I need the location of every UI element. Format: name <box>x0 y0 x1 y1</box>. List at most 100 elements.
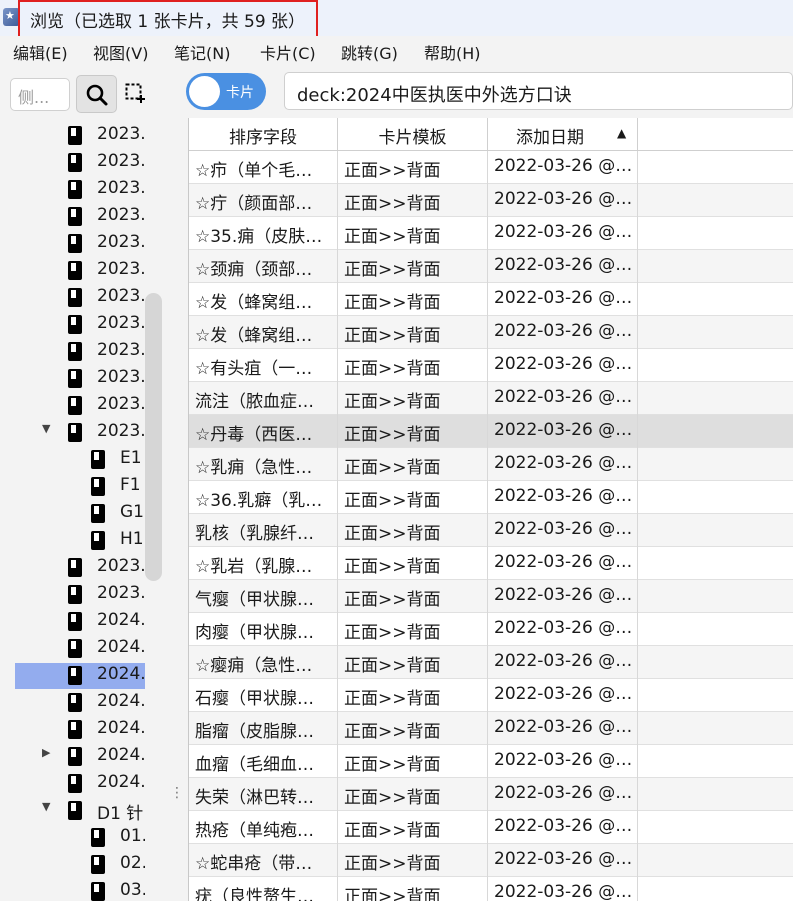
sidebar-deck-label: 02. <box>120 853 145 873</box>
table-row[interactable]: 肉瘿（甲状腺… 正面>>背面 2022-03-26 @… <box>189 613 793 646</box>
sidebar-deck-item[interactable]: 2024. <box>15 771 145 797</box>
table-row[interactable]: 流注（脓血症… 正面>>背面 2022-03-26 @… <box>189 382 793 415</box>
sidebar-deck-label: 2023. <box>97 583 145 603</box>
sidebar-deck-item[interactable]: ▶ 2024. <box>15 744 145 770</box>
table-row[interactable]: ☆丹毒（西医… 正面>>背面 2022-03-26 @… <box>189 415 793 448</box>
menu-edit[interactable]: 编辑(E) <box>13 40 68 64</box>
sidebar-deck-item[interactable]: 2024. <box>15 717 145 743</box>
table-row[interactable]: ☆35.痈（皮肤… 正面>>背面 2022-03-26 @… <box>189 217 793 250</box>
sidebar-deck-item[interactable]: 2023. <box>15 312 145 338</box>
column-sort-field[interactable]: 排序字段 <box>189 118 338 151</box>
table-row[interactable]: ☆乳岩（乳腺… 正面>>背面 2022-03-26 @… <box>189 547 793 580</box>
table-row[interactable]: ☆颈痈（颈部… 正面>>背面 2022-03-26 @… <box>189 250 793 283</box>
table-row[interactable]: ☆疔（颜面部… 正面>>背面 2022-03-26 @… <box>189 184 793 217</box>
menu-help[interactable]: 帮助(H) <box>424 40 481 64</box>
table-row[interactable]: 血瘤（毛细血… 正面>>背面 2022-03-26 @… <box>189 745 793 778</box>
window-title: 浏览（已选取 1 张卡片，共 59 张） <box>30 12 306 32</box>
search-query-input[interactable]: deck:2024中医执医中外选方口诀 <box>284 72 793 110</box>
menu-bar: 编辑(E) 视图(V) 笔记(N) 卡片(C) 跳转(G) 帮助(H) <box>0 36 793 64</box>
menu-view[interactable]: 视图(V) <box>93 40 148 64</box>
table-row[interactable]: 失荣（淋巴转… 正面>>背面 2022-03-26 @… <box>189 778 793 811</box>
cell-sort-field: 血瘤（毛细血… <box>189 745 338 778</box>
table-row[interactable]: ☆有头疽（一… 正面>>背面 2022-03-26 @… <box>189 349 793 382</box>
sidebar-deck-item[interactable]: 2023. <box>15 582 145 608</box>
table-row[interactable]: ☆发（蜂窝组… 正面>>背面 2022-03-26 @… <box>189 316 793 349</box>
column-card-template[interactable]: 卡片模板 <box>338 118 488 151</box>
table-row[interactable]: ☆乳痈（急性… 正面>>背面 2022-03-26 @… <box>189 448 793 481</box>
sidebar-deck-item[interactable]: 2023. <box>15 285 145 311</box>
sidebar-deck-label: 2023. <box>97 205 145 225</box>
sidebar-deck-item[interactable]: 2024. <box>15 690 145 716</box>
menu-cards[interactable]: 卡片(C) <box>260 40 316 64</box>
sidebar-deck-item[interactable]: 2024. <box>15 636 145 662</box>
cell-sort-field: 脂瘤（皮脂腺… <box>189 712 338 745</box>
table-row[interactable]: ☆蛇串疮（带… 正面>>背面 2022-03-26 @… <box>189 844 793 877</box>
cell-card-template: 正面>>背面 <box>338 514 488 547</box>
search-button[interactable] <box>76 75 117 113</box>
sidebar-deck-item[interactable]: 02. <box>15 852 145 878</box>
cell-card-template: 正面>>背面 <box>338 184 488 217</box>
sidebar-deck-label: 2024. <box>97 610 145 630</box>
sidebar-search-input[interactable]: 侧... <box>10 78 70 111</box>
sidebar-deck-item[interactable]: 2023. <box>15 123 145 149</box>
sidebar-deck-item[interactable]: 2023. <box>15 258 145 284</box>
sidebar-deck-item[interactable]: G1. <box>15 501 145 527</box>
sidebar-deck-item[interactable]: 2023. <box>15 177 145 203</box>
sidebar-deck-label: 2024. <box>97 637 145 657</box>
table-row[interactable]: 石瘿（甲状腺… 正面>>背面 2022-03-26 @… <box>189 679 793 712</box>
menu-notes[interactable]: 笔记(N) <box>174 40 230 64</box>
cell-sort-field: ☆乳岩（乳腺… <box>189 547 338 580</box>
sidebar-deck-item[interactable]: 2023. <box>15 150 145 176</box>
cell-card-template: 正面>>背面 <box>338 382 488 415</box>
cell-card-template: 正面>>背面 <box>338 415 488 448</box>
deck-icon <box>68 261 82 280</box>
sidebar-deck-item[interactable]: ▼ 2023. <box>15 420 145 446</box>
sidebar-deck-item[interactable]: 2023. <box>15 339 145 365</box>
table-row[interactable]: 脂瘤（皮脂腺… 正面>>背面 2022-03-26 @… <box>189 712 793 745</box>
sidebar-deck-item[interactable]: 2024. <box>15 663 145 689</box>
table-row[interactable]: ☆发（蜂窝组… 正面>>背面 2022-03-26 @… <box>189 283 793 316</box>
sidebar-deck-item[interactable]: H1 <box>15 528 145 554</box>
table-row[interactable]: 气瘿（甲状腺… 正面>>背面 2022-03-26 @… <box>189 580 793 613</box>
sidebar-deck-label: 2024. <box>97 691 145 711</box>
sidebar-deck-item[interactable]: E1 <box>15 447 145 473</box>
select-icon[interactable] <box>125 83 145 103</box>
sidebar-deck-label: H1 <box>120 529 144 549</box>
sidebar-deck-item[interactable]: 03. <box>15 879 145 901</box>
menu-go[interactable]: 跳转(G) <box>341 40 398 64</box>
table-row[interactable]: 疣（良性赘生… 正面>>背面 2022-03-26 @… <box>189 877 793 901</box>
table-row[interactable]: 乳核（乳腺纤… 正面>>背面 2022-03-26 @… <box>189 514 793 547</box>
sidebar-deck-item[interactable]: 01. <box>15 825 145 851</box>
sidebar-scrollbar[interactable] <box>145 293 162 581</box>
chevron-down-icon[interactable]: ▼ <box>42 422 50 435</box>
cell-sort-field: 石瘿（甲状腺… <box>189 679 338 712</box>
sidebar-deck-item[interactable]: F1 <box>15 474 145 500</box>
sidebar-deck-item[interactable]: 2023. <box>15 555 145 581</box>
cell-card-template: 正面>>背面 <box>338 712 488 745</box>
table-row[interactable]: ☆36.乳癖（乳… 正面>>背面 2022-03-26 @… <box>189 481 793 514</box>
column-date-added[interactable]: 添加日期 <box>488 118 638 151</box>
cards-notes-toggle[interactable]: 卡片 <box>186 73 266 110</box>
chevron-right-icon[interactable]: ▶ <box>42 746 50 759</box>
cell-date-added: 2022-03-26 @… <box>488 151 638 184</box>
sidebar-deck-item[interactable]: 2023. <box>15 366 145 392</box>
sidebar-deck-item[interactable]: 2024. <box>15 609 145 635</box>
cell-date-added: 2022-03-26 @… <box>488 316 638 349</box>
chevron-down-icon[interactable]: ▼ <box>42 800 50 813</box>
sidebar-deck-label: 2023. <box>97 286 145 306</box>
cell-card-template: 正面>>背面 <box>338 349 488 382</box>
cell-date-added: 2022-03-26 @… <box>488 283 638 316</box>
cell-card-template: 正面>>背面 <box>338 580 488 613</box>
table-row[interactable]: 热疮（单纯疱… 正面>>背面 2022-03-26 @… <box>189 811 793 844</box>
cell-date-added: 2022-03-26 @… <box>488 217 638 250</box>
table-row[interactable]: ☆瘿痈（急性… 正面>>背面 2022-03-26 @… <box>189 646 793 679</box>
sidebar-deck-label: 2024. <box>97 772 145 792</box>
cell-card-template: 正面>>背面 <box>338 811 488 844</box>
sidebar-deck-item[interactable]: 2023. <box>15 204 145 230</box>
table-row[interactable]: ☆疖（单个毛… 正面>>背面 2022-03-26 @… <box>189 151 793 184</box>
cell-sort-field: ☆有头疽（一… <box>189 349 338 382</box>
sidebar-deck-item[interactable]: 2023. <box>15 393 145 419</box>
sidebar-deck-item[interactable]: ▼ D1 针 <box>15 798 145 824</box>
cell-sort-field: ☆乳痈（急性… <box>189 448 338 481</box>
sidebar-deck-item[interactable]: 2023. <box>15 231 145 257</box>
